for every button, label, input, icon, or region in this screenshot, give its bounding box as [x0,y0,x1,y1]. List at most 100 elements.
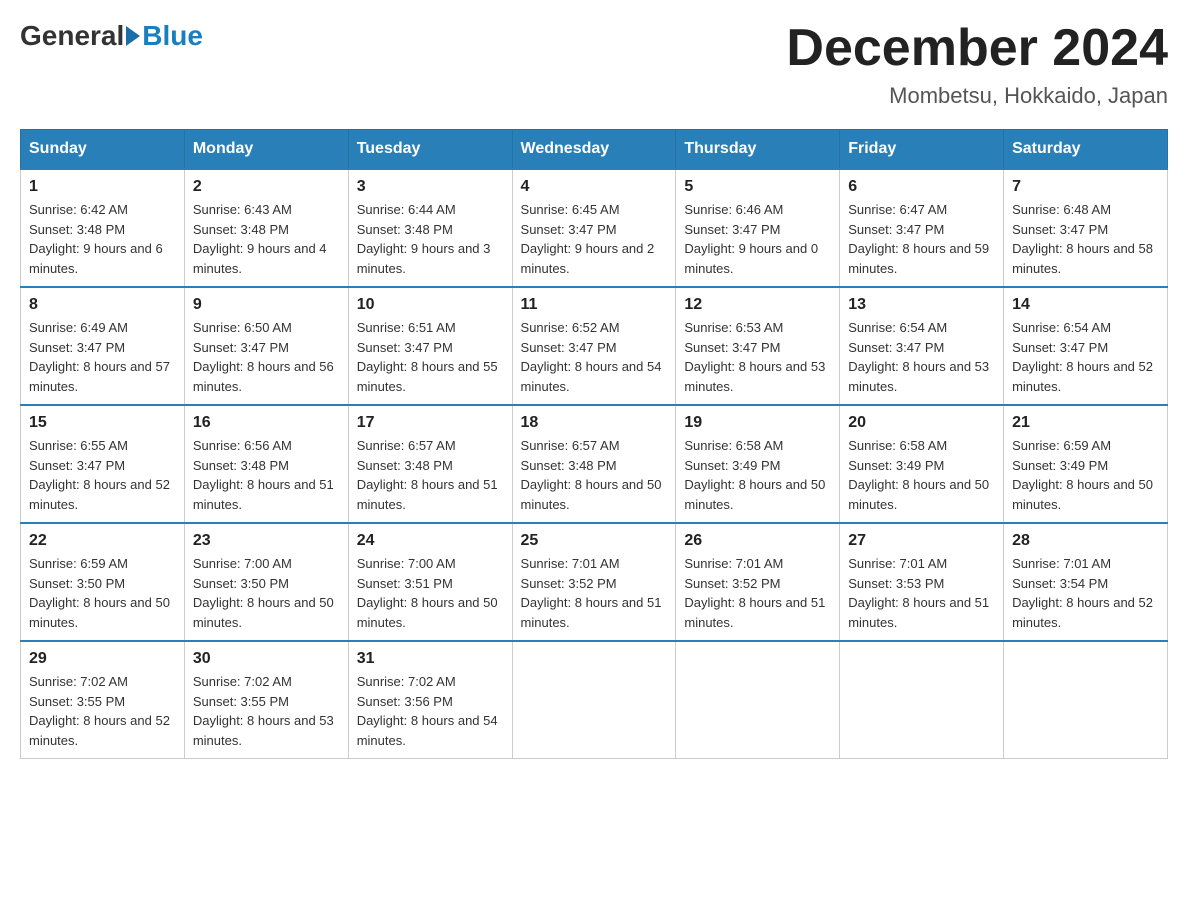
day-number: 27 [848,532,995,550]
daylight-label: Daylight: 8 hours and 58 minutes. [1012,241,1153,276]
sunrise-label: Sunrise: 6:59 AM [1012,438,1111,453]
sunset-label: Sunset: 3:47 PM [684,222,780,237]
calendar-title: December 2024 [786,20,1168,77]
day-cell-25: 25 Sunrise: 7:01 AM Sunset: 3:52 PM Dayl… [512,523,676,641]
day-cell-30: 30 Sunrise: 7:02 AM Sunset: 3:55 PM Dayl… [184,641,348,759]
title-section: December 2024 Mombetsu, Hokkaido, Japan [786,20,1168,109]
sunset-label: Sunset: 3:48 PM [29,222,125,237]
day-cell-27: 27 Sunrise: 7:01 AM Sunset: 3:53 PM Dayl… [840,523,1004,641]
day-info: Sunrise: 6:51 AM Sunset: 3:47 PM Dayligh… [357,318,504,396]
day-info: Sunrise: 6:56 AM Sunset: 3:48 PM Dayligh… [193,436,340,514]
day-cell-13: 13 Sunrise: 6:54 AM Sunset: 3:47 PM Dayl… [840,287,1004,405]
day-cell-12: 12 Sunrise: 6:53 AM Sunset: 3:47 PM Dayl… [676,287,840,405]
empty-cell [840,641,1004,759]
logo-general-text: General [20,20,124,52]
day-cell-1: 1 Sunrise: 6:42 AM Sunset: 3:48 PM Dayli… [21,169,185,287]
daylight-label: Daylight: 8 hours and 53 minutes. [193,713,334,748]
day-info: Sunrise: 6:57 AM Sunset: 3:48 PM Dayligh… [521,436,668,514]
sunset-label: Sunset: 3:47 PM [357,340,453,355]
sunset-label: Sunset: 3:47 PM [193,340,289,355]
col-header-thursday: Thursday [676,130,840,170]
sunrise-label: Sunrise: 6:57 AM [521,438,620,453]
sunrise-label: Sunrise: 6:50 AM [193,320,292,335]
day-cell-7: 7 Sunrise: 6:48 AM Sunset: 3:47 PM Dayli… [1004,169,1168,287]
day-cell-23: 23 Sunrise: 7:00 AM Sunset: 3:50 PM Dayl… [184,523,348,641]
sunset-label: Sunset: 3:54 PM [1012,576,1108,591]
sunrise-label: Sunrise: 6:54 AM [848,320,947,335]
sunset-label: Sunset: 3:55 PM [193,694,289,709]
day-info: Sunrise: 6:59 AM Sunset: 3:50 PM Dayligh… [29,554,176,632]
day-cell-4: 4 Sunrise: 6:45 AM Sunset: 3:47 PM Dayli… [512,169,676,287]
daylight-label: Daylight: 9 hours and 3 minutes. [357,241,491,276]
week-row-5: 29 Sunrise: 7:02 AM Sunset: 3:55 PM Dayl… [21,641,1168,759]
daylight-label: Daylight: 8 hours and 50 minutes. [521,477,662,512]
daylight-label: Daylight: 9 hours and 0 minutes. [684,241,818,276]
page-header: General Blue December 2024 Mombetsu, Hok… [20,20,1168,109]
sunset-label: Sunset: 3:47 PM [848,340,944,355]
day-info: Sunrise: 7:00 AM Sunset: 3:50 PM Dayligh… [193,554,340,632]
day-number: 13 [848,296,995,314]
daylight-label: Daylight: 8 hours and 52 minutes. [1012,359,1153,394]
daylight-label: Daylight: 8 hours and 51 minutes. [848,595,989,630]
sunrise-label: Sunrise: 6:58 AM [848,438,947,453]
day-cell-3: 3 Sunrise: 6:44 AM Sunset: 3:48 PM Dayli… [348,169,512,287]
sunset-label: Sunset: 3:48 PM [521,458,617,473]
day-number: 26 [684,532,831,550]
sunrise-label: Sunrise: 6:54 AM [1012,320,1111,335]
sunrise-label: Sunrise: 6:42 AM [29,202,128,217]
day-number: 20 [848,414,995,432]
col-header-saturday: Saturday [1004,130,1168,170]
day-number: 30 [193,650,340,668]
week-row-1: 1 Sunrise: 6:42 AM Sunset: 3:48 PM Dayli… [21,169,1168,287]
col-header-monday: Monday [184,130,348,170]
daylight-label: Daylight: 8 hours and 50 minutes. [29,595,170,630]
day-info: Sunrise: 7:02 AM Sunset: 3:56 PM Dayligh… [357,672,504,750]
day-number: 9 [193,296,340,314]
day-number: 21 [1012,414,1159,432]
header-row: SundayMondayTuesdayWednesdayThursdayFrid… [21,130,1168,170]
daylight-label: Daylight: 9 hours and 2 minutes. [521,241,655,276]
day-number: 22 [29,532,176,550]
daylight-label: Daylight: 8 hours and 53 minutes. [684,359,825,394]
sunrise-label: Sunrise: 6:44 AM [357,202,456,217]
sunset-label: Sunset: 3:53 PM [848,576,944,591]
sunset-label: Sunset: 3:48 PM [357,458,453,473]
empty-cell [1004,641,1168,759]
day-number: 11 [521,296,668,314]
logo: General Blue [20,20,203,52]
sunrise-label: Sunrise: 6:45 AM [521,202,620,217]
sunset-label: Sunset: 3:48 PM [193,458,289,473]
sunset-label: Sunset: 3:47 PM [1012,340,1108,355]
empty-cell [512,641,676,759]
day-info: Sunrise: 6:52 AM Sunset: 3:47 PM Dayligh… [521,318,668,396]
daylight-label: Daylight: 9 hours and 4 minutes. [193,241,327,276]
day-number: 29 [29,650,176,668]
day-number: 1 [29,178,176,196]
day-number: 5 [684,178,831,196]
sunrise-label: Sunrise: 6:56 AM [193,438,292,453]
sunrise-label: Sunrise: 6:52 AM [521,320,620,335]
daylight-label: Daylight: 8 hours and 50 minutes. [1012,477,1153,512]
day-info: Sunrise: 6:49 AM Sunset: 3:47 PM Dayligh… [29,318,176,396]
sunset-label: Sunset: 3:55 PM [29,694,125,709]
sunset-label: Sunset: 3:52 PM [521,576,617,591]
daylight-label: Daylight: 8 hours and 52 minutes. [29,477,170,512]
day-number: 7 [1012,178,1159,196]
sunrise-label: Sunrise: 7:01 AM [1012,556,1111,571]
day-info: Sunrise: 6:58 AM Sunset: 3:49 PM Dayligh… [684,436,831,514]
day-cell-19: 19 Sunrise: 6:58 AM Sunset: 3:49 PM Dayl… [676,405,840,523]
day-number: 19 [684,414,831,432]
daylight-label: Daylight: 8 hours and 50 minutes. [193,595,334,630]
col-header-wednesday: Wednesday [512,130,676,170]
day-info: Sunrise: 6:48 AM Sunset: 3:47 PM Dayligh… [1012,200,1159,278]
day-number: 2 [193,178,340,196]
day-cell-28: 28 Sunrise: 7:01 AM Sunset: 3:54 PM Dayl… [1004,523,1168,641]
sunset-label: Sunset: 3:49 PM [848,458,944,473]
sunset-label: Sunset: 3:47 PM [29,458,125,473]
day-cell-22: 22 Sunrise: 6:59 AM Sunset: 3:50 PM Dayl… [21,523,185,641]
sunset-label: Sunset: 3:56 PM [357,694,453,709]
daylight-label: Daylight: 9 hours and 6 minutes. [29,241,163,276]
daylight-label: Daylight: 8 hours and 55 minutes. [357,359,498,394]
daylight-label: Daylight: 8 hours and 54 minutes. [357,713,498,748]
day-number: 25 [521,532,668,550]
